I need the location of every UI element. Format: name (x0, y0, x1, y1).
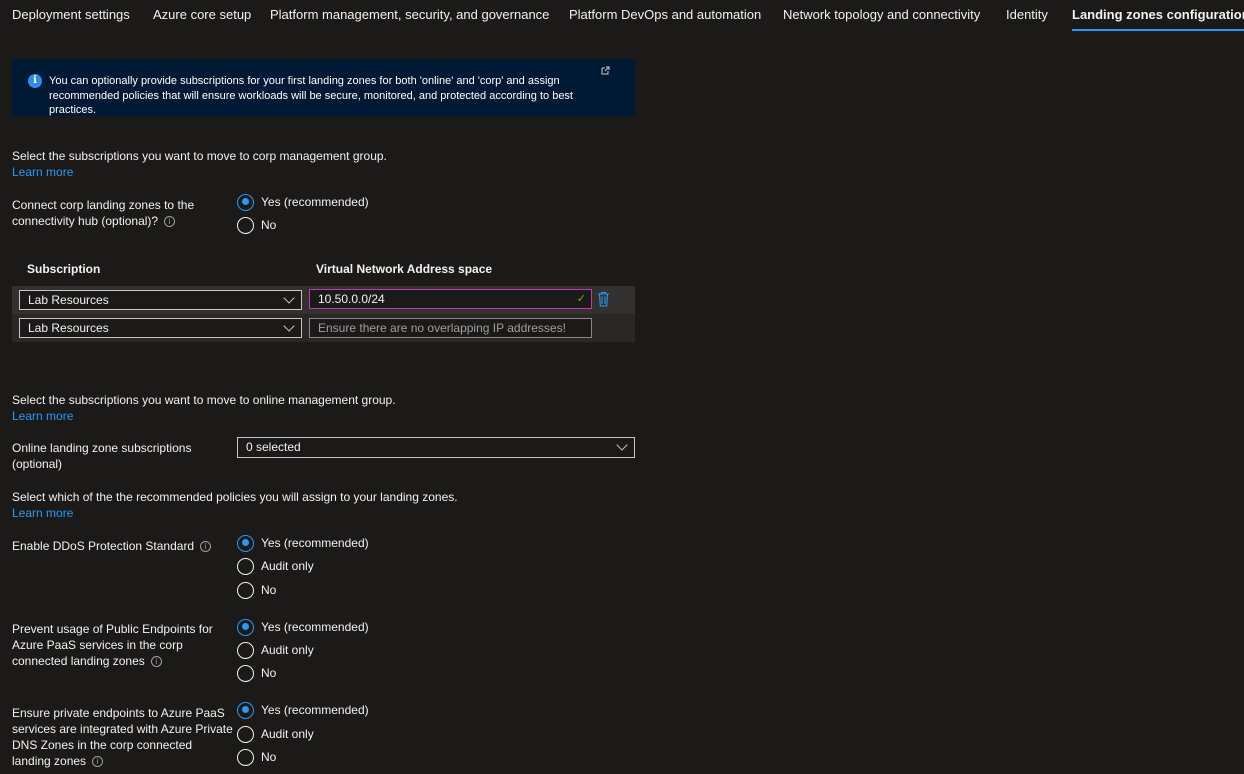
info-tooltip-icon[interactable]: i (150, 656, 162, 668)
dropdown-value: Lab Resources (28, 293, 109, 307)
tab-platform-management[interactable]: Platform management, security, and gover… (270, 7, 549, 32)
info-icon: i (28, 74, 42, 88)
radio-label: Yes (recommended) (261, 703, 369, 717)
info-banner: i You can optionally provide subscriptio… (12, 59, 635, 116)
private-dns-yes-radio[interactable]: Yes (recommended) (237, 701, 369, 719)
radio-label: Audit only (261, 727, 314, 741)
address-space-input[interactable]: 10.50.0.0/24 ✓ (309, 289, 592, 309)
checkmark-icon: ✓ (576, 293, 586, 305)
radio-circle (237, 557, 254, 575)
subscription-dropdown[interactable]: Lab Resources (19, 318, 302, 338)
radio-circle (237, 618, 254, 636)
connect-hub-label: Connect corp landing zones to the connec… (12, 197, 212, 229)
chevron-down-icon (283, 292, 295, 304)
radio-circle (237, 701, 254, 719)
delete-row-icon[interactable] (597, 291, 610, 310)
ddos-no-radio[interactable]: No (237, 581, 276, 599)
radio-label: No (261, 218, 277, 232)
tab-platform-devops[interactable]: Platform DevOps and automation (569, 7, 761, 32)
radio-circle (237, 534, 254, 552)
radio-label: Yes (recommended) (261, 536, 369, 550)
dropdown-value: 0 selected (246, 440, 301, 454)
private-dns-no-radio[interactable]: No (237, 748, 276, 766)
info-text: You can optionally provide subscriptions… (49, 75, 573, 116)
radio-label: Yes (recommended) (261, 195, 369, 209)
input-value: 10.50.0.0/24 (318, 292, 385, 306)
public-endpoints-yes-radio[interactable]: Yes (recommended) (237, 618, 369, 636)
radio-circle (237, 664, 254, 682)
online-intro: Select the subscriptions you want to mov… (12, 393, 396, 407)
radio-label: No (261, 750, 277, 764)
corp-learn-more-link[interactable]: Learn more (12, 165, 73, 179)
input-placeholder: Ensure there are no overlapping IP addre… (318, 321, 566, 335)
radio-label: Audit only (261, 559, 314, 573)
online-subs-label: Online landing zone subscriptions (optio… (12, 441, 192, 471)
radio-circle (237, 581, 254, 599)
ddos-policy-label: Enable DDoS Protection Standard i (12, 538, 227, 554)
radio-circle (237, 748, 254, 766)
subscription-dropdown[interactable]: Lab Resources (19, 290, 302, 310)
policy-label-text: Enable DDoS Protection Standard (12, 539, 195, 553)
radio-label: No (261, 666, 277, 680)
ddos-audit-radio[interactable]: Audit only (237, 557, 314, 575)
tab-deployment-settings[interactable]: Deployment settings (12, 7, 130, 32)
private-dns-policy-label: Ensure private endpoints to Azure PaaS s… (12, 705, 234, 769)
tab-azure-core-setup[interactable]: Azure core setup (153, 7, 251, 32)
radio-circle (237, 725, 254, 743)
public-endpoints-policy-label: Prevent usage of Public Endpoints for Az… (12, 621, 222, 669)
radio-label: No (261, 583, 277, 597)
online-subscriptions-dropdown[interactable]: 0 selected (237, 437, 635, 458)
tab-landing-zones[interactable]: Landing zones configuration (1072, 7, 1244, 32)
info-tooltip-icon[interactable]: i (92, 756, 104, 768)
tab-identity[interactable]: Identity (1006, 7, 1048, 32)
online-learn-more-link[interactable]: Learn more (12, 409, 73, 423)
chevron-down-icon (616, 439, 628, 451)
radio-label: Yes (recommended) (261, 620, 369, 634)
policy-label-text: Ensure private endpoints to Azure PaaS s… (12, 706, 233, 768)
connect-hub-yes-radio[interactable]: Yes (recommended) (237, 193, 369, 211)
connect-hub-no-radio[interactable]: No (237, 216, 276, 234)
radio-circle (237, 193, 254, 211)
policies-learn-more-link[interactable]: Learn more (12, 506, 73, 520)
policies-intro: Select which of the the recommended poli… (12, 490, 458, 504)
public-endpoints-audit-radio[interactable]: Audit only (237, 641, 314, 659)
radio-circle (237, 216, 254, 234)
column-header-subscription: Subscription (27, 262, 101, 276)
chevron-down-icon (283, 320, 295, 332)
radio-circle (237, 641, 254, 659)
address-space-input[interactable]: Ensure there are no overlapping IP addre… (309, 318, 592, 338)
info-tooltip-icon[interactable]: i (200, 541, 212, 553)
corp-intro: Select the subscriptions you want to mov… (12, 149, 387, 163)
public-endpoints-no-radio[interactable]: No (237, 664, 276, 682)
info-tooltip-icon[interactable]: i (164, 216, 176, 228)
policy-label-text: Prevent usage of Public Endpoints for Az… (12, 622, 213, 668)
ddos-yes-radio[interactable]: Yes (recommended) (237, 534, 369, 552)
column-header-address-space: Virtual Network Address space (316, 262, 493, 276)
external-link-icon[interactable] (601, 66, 611, 76)
tab-network-topology[interactable]: Network topology and connectivity (783, 7, 980, 32)
dropdown-value: Lab Resources (28, 321, 109, 335)
private-dns-audit-radio[interactable]: Audit only (237, 725, 314, 743)
tab-bar: Deployment settings Azure core setup Pla… (0, 0, 1244, 32)
radio-label: Audit only (261, 643, 314, 657)
